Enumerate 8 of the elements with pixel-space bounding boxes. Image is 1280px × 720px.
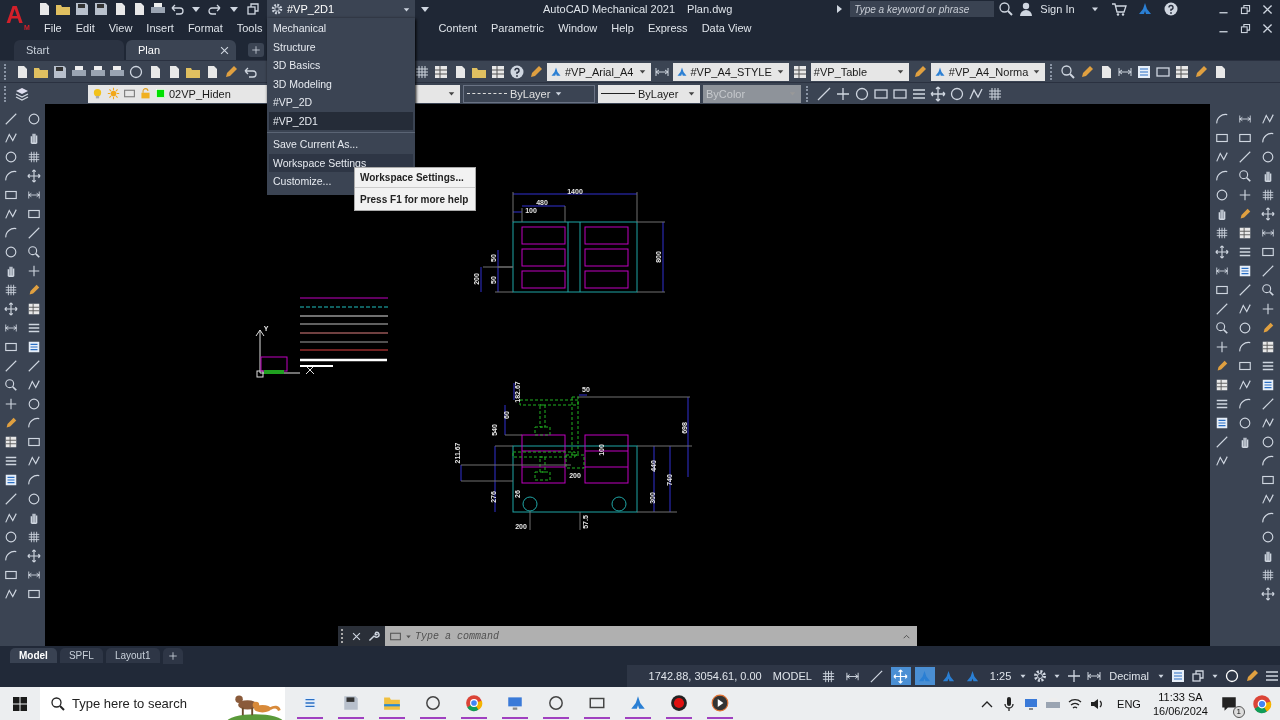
file-name: Plan.dwg <box>687 3 733 15</box>
tooltip-help-text: Press F1 for more help <box>359 193 470 207</box>
date-text: 16/06/2024 <box>1152 703 1208 718</box>
tooltip-title: Workspace Settings... <box>355 168 475 188</box>
notification-badge: 1 <box>1232 705 1245 718</box>
time-text: 11:33 SA <box>1158 689 1203 704</box>
coordinates-readout: 1742.88, 3054.61, 0.00 <box>648 670 762 682</box>
window-title: AutoCAD Mechanical 2021 <box>543 3 676 15</box>
